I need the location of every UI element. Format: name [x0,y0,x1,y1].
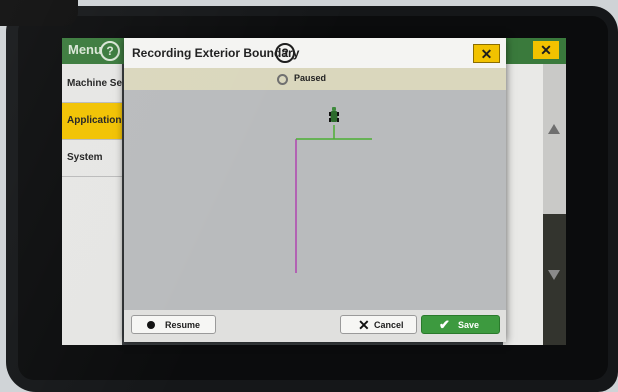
save-button[interactable]: ✔ Save [421,315,500,334]
x-icon: ✕ [358,317,370,333]
arrow-down-icon [548,270,560,280]
menu-title: Menu [68,42,102,57]
boundary-map[interactable] [124,90,506,310]
menu-scrollbar[interactable] [543,64,566,345]
checkmark-icon: ✔ [439,317,450,332]
arrow-up-icon [548,124,560,134]
map-canvas [295,107,372,273]
status-label: Paused [294,73,327,83]
record-dot-icon [147,321,155,329]
resume-label: Resume [165,320,201,330]
help-circle-icon[interactable]: ? [275,43,295,63]
menu-sidebar: Machine Settings Applications System [62,64,122,345]
corner-overlay [0,0,78,26]
close-icon[interactable]: ✕ [533,41,559,59]
scroll-up-button[interactable] [543,64,566,214]
sidebar-item-machine-settings[interactable]: Machine Settings [62,66,122,102]
help-circle-icon[interactable]: ? [100,41,120,61]
cancel-label: Cancel [374,320,404,330]
resume-button[interactable]: Resume [131,315,216,334]
recording-status-bar: Paused [124,68,506,90]
close-icon[interactable]: ✕ [473,44,500,63]
sidebar-item-system[interactable]: System [62,140,122,176]
dialog-footer: Resume ✕ Cancel ✔ Save [124,310,506,342]
tractor-icon [329,107,339,122]
status-circle-icon [277,74,288,85]
divider [62,176,122,177]
save-label: Save [458,320,480,330]
recording-boundary-dialog: Recording Exterior Boundary ? ✕ Paused R… [124,38,506,342]
menu-content-panel [503,64,543,345]
scroll-down-button[interactable] [543,214,566,345]
cancel-button[interactable]: ✕ Cancel [340,315,417,334]
dialog-header: Recording Exterior Boundary ? ✕ [124,38,506,68]
sidebar-item-applications[interactable]: Applications [62,103,122,139]
